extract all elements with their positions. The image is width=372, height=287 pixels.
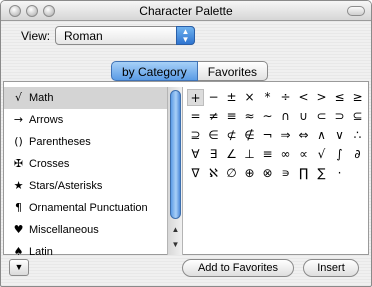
- character-cell[interactable]: ∃: [205, 146, 222, 163]
- character-cell[interactable]: +: [187, 89, 204, 106]
- character-cell[interactable]: ∝: [295, 146, 312, 163]
- category-glyph: →: [13, 113, 24, 126]
- category-label: Miscellaneous: [29, 224, 99, 236]
- character-cell[interactable]: ∇: [187, 165, 204, 182]
- title-bar: Character Palette: [1, 1, 371, 21]
- character-cell[interactable]: *: [259, 89, 276, 106]
- character-cell[interactable]: ∧: [313, 127, 330, 144]
- character-cell[interactable]: ·: [331, 165, 348, 182]
- window-title: Character Palette: [139, 4, 233, 18]
- character-cell[interactable]: ¬: [259, 127, 276, 144]
- popup-arrows-icon: ▲ ▼: [176, 26, 195, 45]
- character-cell[interactable]: ∩: [277, 108, 294, 125]
- character-cell[interactable]: ∍: [277, 165, 294, 182]
- scroll-down-arrow[interactable]: ▼: [168, 240, 183, 254]
- character-cell[interactable]: ∞: [277, 146, 294, 163]
- character-cell[interactable]: ≡: [223, 108, 240, 125]
- add-to-favorites-button[interactable]: Add to Favorites: [182, 259, 294, 277]
- tab-favorites[interactable]: Favorites: [197, 61, 269, 81]
- character-cell[interactable]: ∈: [205, 127, 222, 144]
- character-cell[interactable]: ⊥: [241, 146, 258, 163]
- character-cell[interactable]: ×: [241, 89, 258, 106]
- character-cell[interactable]: ≠: [205, 108, 222, 125]
- category-label: Ornamental Punctuation: [29, 202, 148, 214]
- scrollbar-thumb[interactable]: [170, 90, 181, 219]
- character-cell[interactable]: ∏: [295, 165, 312, 182]
- category-row[interactable]: ★ Stars/Asterisks: [4, 175, 167, 197]
- category-glyph: ¶: [15, 201, 22, 214]
- tab-by-category[interactable]: by Category: [111, 61, 198, 81]
- character-cell[interactable]: ∂: [349, 146, 366, 163]
- category-label: Parentheses: [29, 136, 91, 148]
- character-cell[interactable]: √: [313, 146, 330, 163]
- character-palette-window: Character Palette View: Roman ▲ ▼ by Cate…: [0, 0, 372, 287]
- category-glyph: √: [14, 91, 22, 104]
- character-cell[interactable]: ∉: [241, 127, 258, 144]
- category-row[interactable]: → Arrows: [4, 109, 167, 131]
- character-cell[interactable]: ⊂: [313, 108, 330, 125]
- character-cell[interactable]: ≈: [241, 108, 258, 125]
- character-cell[interactable]: ∼: [259, 108, 276, 125]
- view-label: View:: [21, 29, 51, 43]
- category-glyph: ♥: [13, 223, 24, 236]
- category-glyph: ♠: [13, 245, 24, 255]
- category-glyph: (): [14, 135, 23, 148]
- category-row[interactable]: ¶ Ornamental Punctuation: [4, 197, 167, 219]
- character-cell[interactable]: ℵ: [205, 165, 222, 182]
- character-cell[interactable]: ⊇: [187, 127, 204, 144]
- character-cell[interactable]: ∑: [313, 165, 330, 182]
- category-label: Math: [29, 92, 54, 104]
- category-row[interactable]: ✠ Crosses: [4, 153, 167, 175]
- category-label: Arrows: [29, 114, 64, 126]
- character-cell[interactable]: ∠: [223, 146, 240, 163]
- scroll-up-arrow[interactable]: ▲: [168, 225, 183, 239]
- view-popup-value: Roman: [64, 29, 103, 43]
- character-cell[interactable]: ÷: [277, 89, 294, 106]
- character-cell[interactable]: ⊗: [259, 165, 276, 182]
- action-menu-button[interactable]: ▼: [9, 259, 29, 276]
- character-cell[interactable]: ⊆: [349, 108, 366, 125]
- character-cell[interactable]: ∪: [295, 108, 312, 125]
- character-cell[interactable]: >: [313, 89, 330, 106]
- character-cell[interactable]: ≤: [331, 89, 348, 106]
- character-cell[interactable]: <: [295, 89, 312, 106]
- character-cell[interactable]: ∨: [331, 127, 348, 144]
- category-glyph: ✠: [13, 157, 24, 170]
- character-cell[interactable]: −: [205, 89, 222, 106]
- toolbar-toggle-button[interactable]: [347, 6, 365, 16]
- triangle-down-icon: ▼: [14, 262, 24, 272]
- character-cell[interactable]: ∴: [349, 127, 366, 144]
- character-cell[interactable]: ∫: [331, 146, 348, 163]
- character-cell[interactable]: ±: [223, 89, 240, 106]
- category-row[interactable]: √ Math: [4, 87, 167, 109]
- category-label: Latin: [29, 246, 53, 255]
- category-row[interactable]: ♥ Miscellaneous: [4, 219, 167, 241]
- insert-button[interactable]: Insert: [303, 259, 359, 277]
- character-cell[interactable]: ⊕: [241, 165, 258, 182]
- character-grid: + − ± × * ÷ < > ≤ ≥ = ≠ ≡ ≈ ∼ ∩ ∪ ⊂ ⊃ ⊆ ⊇ ∈ ⊄ ∉ ¬ ⇒ ⇔ ∧ ∨ ∴ ∀ ∃ ∠ ⊥ ≡ ∞ ∝ √ ∫ ∂…: [185, 87, 368, 255]
- character-cell[interactable]: ≥: [349, 89, 366, 106]
- category-scrollbar[interactable]: ▲ ▼: [167, 87, 183, 255]
- character-cell[interactable]: ⊄: [223, 127, 240, 144]
- character-cell[interactable]: ∀: [187, 146, 204, 163]
- category-list: √ Math → Arrows () Parentheses ✠ Crosses ★ Stars/…: [4, 87, 167, 255]
- character-cell[interactable]: ∅: [223, 165, 240, 182]
- category-glyph: ★: [13, 179, 24, 192]
- category-label: Crosses: [29, 158, 70, 170]
- character-cell[interactable]: =: [187, 108, 204, 125]
- view-popup[interactable]: Roman ▲ ▼: [55, 26, 195, 45]
- character-cell[interactable]: ⊃: [331, 108, 348, 125]
- category-tabs: by Category Favorites: [111, 61, 269, 81]
- character-cell[interactable]: ⇔: [295, 127, 312, 144]
- palette-panel: √ Math → Arrows () Parentheses ✠ Crosses ★ Stars/…: [3, 81, 369, 255]
- character-cell[interactable]: ⇒: [277, 127, 294, 144]
- category-label: Stars/Asterisks: [29, 180, 103, 192]
- character-cell[interactable]: ≡: [259, 146, 276, 163]
- category-row[interactable]: ♠ Latin: [4, 241, 167, 255]
- category-row[interactable]: () Parentheses: [4, 131, 167, 153]
